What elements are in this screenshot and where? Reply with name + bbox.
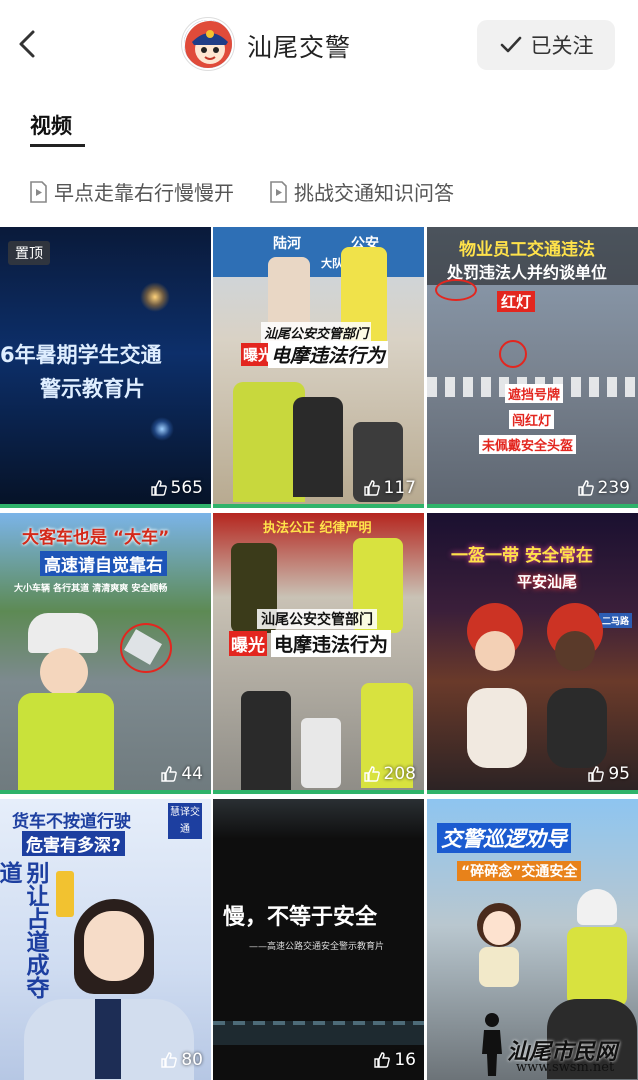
video-caption: 电摩违法行为 (271, 630, 392, 657)
violation-tag: 遮挡号牌 (505, 384, 564, 403)
progress-strip (213, 790, 424, 794)
thumbs-up-icon (374, 1052, 391, 1068)
violation-tag: 闯红灯 (509, 410, 555, 429)
banner-text: 执法公正 纪律严明 (263, 521, 372, 536)
video-thumbnail[interactable]: 一盔一带 安全常在 平安汕尾 二马路 95 (427, 513, 638, 794)
playlist-icon (270, 180, 287, 203)
check-icon (500, 36, 521, 53)
video-thumbnail[interactable]: 陆河 公安 大队 汕尾公安交管部门 曝光 电摩违法行为 117 (213, 227, 424, 508)
video-caption: 6年暑期学生交通 (0, 343, 162, 367)
thumbs-up-icon (161, 1052, 178, 1068)
video-thumbnail[interactable]: 执法公正 纪律严明 汕尾公安交管部门 曝光 电摩违法行为 208 (213, 513, 424, 794)
video-caption: 慢，不等于安全 (223, 905, 378, 930)
like-count: 80 (160, 1050, 203, 1070)
video-caption: 货车不按道行驶 (12, 812, 131, 832)
account-name: 汕尾交警 (247, 33, 352, 62)
video-caption: 危害有多深? (22, 831, 125, 856)
collection-item[interactable]: 早点走靠右行慢慢开 (28, 177, 234, 206)
video-caption: 电摩违法行为 (268, 341, 389, 368)
video-thumbnail[interactable]: 置顶 6年暑期学生交通 警示教育片 565 (0, 227, 211, 508)
collection-label: 早点走靠右行慢慢开 (54, 181, 234, 205)
progress-strip (0, 790, 211, 794)
thumbs-up-icon (150, 480, 167, 496)
video-thumbnail[interactable]: 大客车也是 “大车” 高速请自觉靠右 大小车辆 各行其道 清清爽爽 安全顺畅 4… (0, 513, 211, 794)
video-caption: 交警巡逻劝导 (437, 823, 571, 853)
street-sign: 二马路 (599, 613, 633, 628)
video-caption: 汕尾公安交管部门 (257, 609, 377, 629)
video-subcaption: ——高速公路交通安全警示教育片 (249, 942, 385, 952)
thumbs-up-icon (363, 766, 380, 782)
violation-tag: 未佩戴安全头盔 (479, 435, 577, 454)
thumbs-up-icon (588, 766, 605, 782)
exposure-tag: 曝光 (229, 631, 267, 656)
collections-row: 早点走靠右行慢慢开 挑战交通知识问答 (28, 177, 454, 206)
video-caption: 处罚违法人并约谈单位 (447, 263, 608, 282)
collection-label: 挑战交通知识问答 (294, 181, 454, 205)
playlist-icon (30, 180, 47, 203)
violation-tag: 红灯 (497, 291, 536, 312)
progress-strip (427, 504, 638, 508)
tab-active-indicator (30, 144, 85, 147)
like-count: 208 (363, 764, 416, 784)
progress-strip (427, 790, 638, 794)
like-count: 44 (160, 764, 203, 784)
video-thumbnail[interactable]: 慢，不等于安全 ——高速公路交通安全警示教育片 16 (213, 799, 424, 1080)
video-caption: 平安汕尾 (517, 573, 578, 591)
like-count: 16 (373, 1050, 416, 1070)
police-mascot-icon (184, 20, 232, 68)
following-button[interactable]: 已关注 (477, 20, 615, 70)
like-count: 565 (150, 478, 203, 498)
video-caption: 高速请自觉靠右 (40, 551, 167, 576)
collection-item[interactable]: 挑战交通知识问答 (268, 177, 454, 206)
video-caption: 物业员工交通违法 (459, 240, 595, 260)
video-caption: 警示教育片 (40, 377, 145, 401)
progress-strip (213, 504, 424, 508)
channel-badge: 慧译交通 (168, 803, 202, 839)
video-thumbnail[interactable]: 货车不按道行驶 危害有多深? 别让占道成夺道 慧译交通 80 (0, 799, 211, 1080)
video-thumbnail[interactable]: 物业员工交通违法 处罚违法人并约谈单位 红灯 遮挡号牌 闯红灯 未佩戴安全头盔 … (427, 227, 638, 508)
video-caption: “碎碎念”交通安全 (457, 861, 582, 881)
sign-text: 陆河 (273, 236, 301, 252)
account-avatar[interactable] (182, 18, 234, 70)
back-arrow-icon[interactable] (10, 26, 46, 62)
tab-videos[interactable]: 视频 (30, 110, 72, 140)
progress-strip (0, 504, 211, 508)
video-caption: 大客车也是 “大车” (22, 528, 170, 548)
thumbs-up-icon (161, 766, 178, 782)
like-count: 117 (363, 478, 416, 498)
video-caption: 汕尾公安交管部门 (261, 322, 372, 343)
thumbs-up-icon (577, 480, 594, 496)
thumbs-up-icon (363, 480, 380, 496)
video-subcaption: 大小车辆 各行其道 清清爽爽 安全顺畅 (14, 584, 168, 594)
like-count: 95 (587, 764, 630, 784)
video-caption: 一盔一带 安全常在 (451, 546, 593, 566)
top-bar: 汕尾交警 已关注 (0, 0, 638, 90)
following-label: 已关注 (530, 34, 594, 58)
watermark-url: www.swsm.net (516, 1060, 615, 1075)
like-count: 239 (577, 478, 630, 498)
video-caption: 别让占道成夺道 (0, 861, 48, 999)
pinned-badge: 置顶 (8, 241, 50, 265)
sign-text: 大队 (321, 257, 343, 270)
